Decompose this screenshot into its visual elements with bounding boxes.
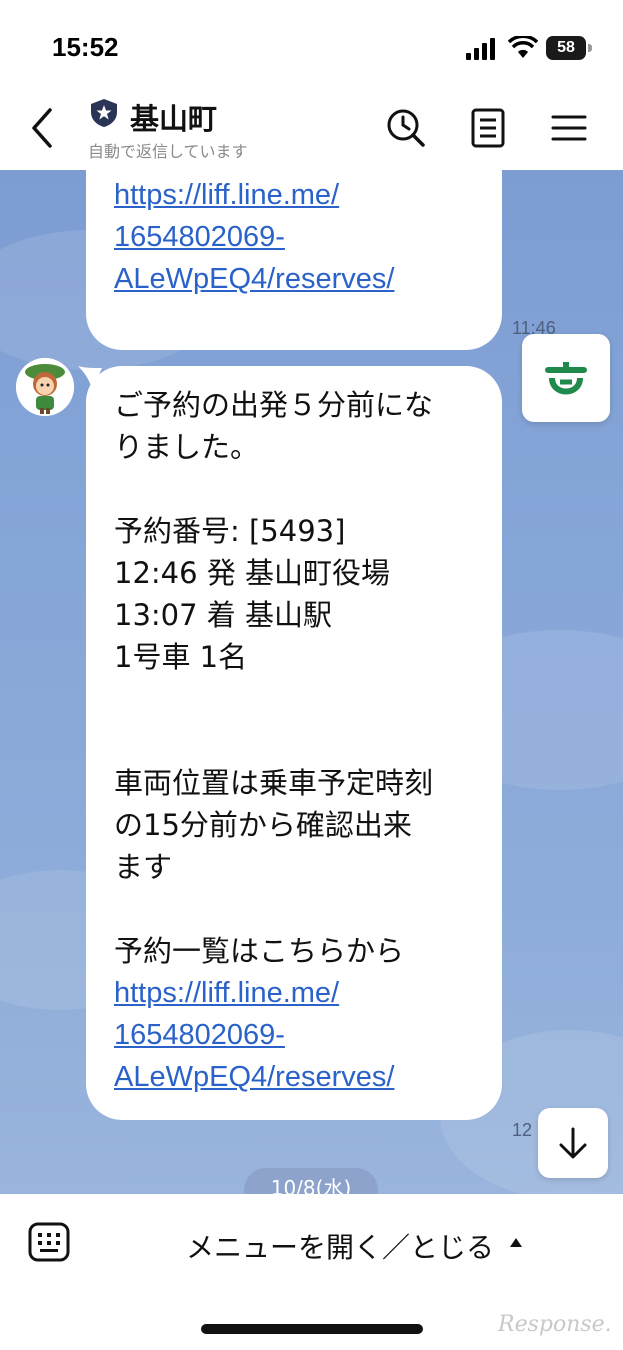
watermark: Response.	[498, 1312, 612, 1337]
bottom-bar: メニューを開く／とじる Response.	[0, 1194, 623, 1350]
shield-star-icon	[91, 99, 117, 127]
home-indicator[interactable]	[201, 1324, 423, 1334]
battery-level: 58	[546, 36, 586, 60]
reservation-link[interactable]: https://liff.line.me/ 1654802069- ALeWpE…	[114, 174, 502, 300]
date-separator: 10/8(水)	[244, 1168, 378, 1194]
scroll-down-icon	[559, 1127, 587, 1159]
wifi-icon	[508, 36, 538, 58]
message-timestamp: 12	[512, 1120, 533, 1140]
signal-icon	[466, 38, 495, 60]
status-bar: 15:52 58	[0, 0, 623, 88]
keyboard-icon[interactable]	[28, 1222, 70, 1262]
message-text: ご予約の出発５分前にな りました。 予約番号: [5493] 12:46 発 基…	[114, 388, 434, 968]
message-bubble: ご予約の出発５分前にな りました。 予約番号: [5493] 12:46 発 基…	[86, 366, 502, 1120]
town-emblem-icon	[545, 362, 587, 395]
chat-header: 基山町 自動で返信しています	[0, 88, 623, 170]
search-clock-icon[interactable]	[384, 106, 428, 150]
reservation-list-link[interactable]: https://liff.line.me/ 1654802069- ALeWpE…	[114, 972, 482, 1098]
caret-up-icon	[510, 1238, 522, 1247]
avatar[interactable]	[16, 358, 74, 416]
menu-toggle-button[interactable]: メニューを開く／とじる	[186, 1226, 494, 1266]
menu-icon[interactable]	[547, 106, 591, 150]
chat-area[interactable]: https://liff.line.me/ 1654802069- ALeWpE…	[0, 170, 623, 1194]
scroll-down-button[interactable]	[538, 1108, 608, 1178]
back-icon[interactable]	[28, 106, 58, 150]
status-time: 15:52	[52, 32, 119, 62]
chat-subtitle: 自動で返信しています	[88, 142, 248, 161]
notes-icon[interactable]	[466, 106, 510, 150]
mascot-avatar-icon	[16, 358, 74, 416]
town-emblem-button[interactable]	[522, 334, 610, 422]
chat-title: 基山町	[130, 102, 218, 136]
message-bubble-previous: https://liff.line.me/ 1654802069- ALeWpE…	[86, 170, 502, 350]
battery-icon: 58	[546, 36, 592, 60]
